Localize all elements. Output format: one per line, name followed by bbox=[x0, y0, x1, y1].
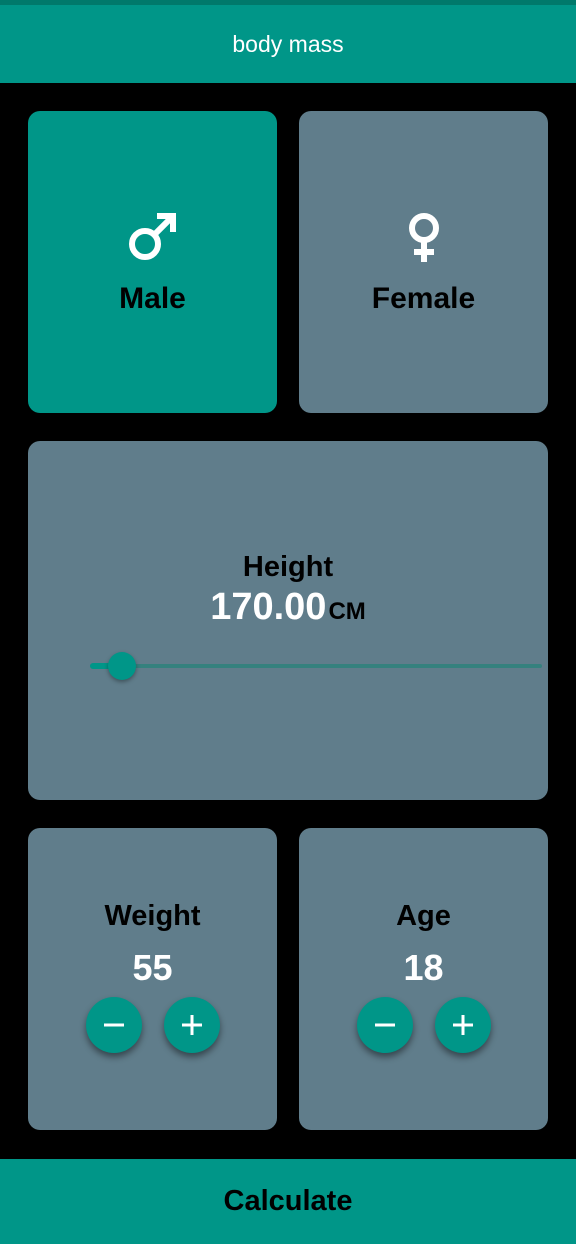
bmi-calculator-app: body mass Male Female Height 170.00 CM W… bbox=[0, 0, 576, 1244]
height-slider[interactable] bbox=[90, 651, 542, 681]
height-unit: CM bbox=[328, 598, 366, 625]
male-symbol-icon bbox=[128, 213, 176, 260]
minus-icon bbox=[103, 1023, 124, 1027]
weight-card: Weight 55 bbox=[28, 828, 277, 1130]
plus-icon bbox=[181, 1015, 202, 1035]
age-title: Age bbox=[396, 900, 451, 932]
female-label: Female bbox=[371, 282, 476, 315]
age-value: 18 bbox=[403, 947, 444, 988]
age-card: Age 18 bbox=[299, 828, 548, 1130]
calculate-label: Calculate bbox=[223, 1185, 353, 1217]
male-card[interactable]: Male bbox=[28, 111, 277, 413]
age-decrement-button[interactable] bbox=[356, 997, 413, 1053]
weight-controls bbox=[85, 997, 220, 1053]
height-card: Height 170.00 CM bbox=[28, 441, 548, 800]
weight-value: 55 bbox=[132, 947, 173, 988]
age-controls bbox=[356, 997, 491, 1053]
app-bar: body mass bbox=[0, 5, 576, 83]
female-card[interactable]: Female bbox=[299, 111, 548, 413]
height-title: Height bbox=[242, 551, 334, 583]
weight-decrement-button[interactable] bbox=[85, 997, 142, 1053]
slider-track[interactable] bbox=[90, 664, 542, 668]
slider-thumb[interactable] bbox=[108, 652, 136, 680]
calculate-button[interactable]: Calculate bbox=[0, 1159, 576, 1244]
height-value: 170.00 bbox=[210, 586, 327, 628]
minus-icon bbox=[374, 1023, 395, 1027]
age-increment-button[interactable] bbox=[434, 997, 491, 1053]
weight-title: Weight bbox=[104, 900, 201, 932]
plus-icon bbox=[452, 1015, 473, 1035]
male-label: Male bbox=[119, 282, 186, 315]
weight-increment-button[interactable] bbox=[163, 997, 220, 1053]
female-symbol-icon bbox=[408, 213, 439, 262]
app-title: body mass bbox=[232, 30, 344, 57]
height-readout: 170.00 CM bbox=[210, 586, 366, 629]
